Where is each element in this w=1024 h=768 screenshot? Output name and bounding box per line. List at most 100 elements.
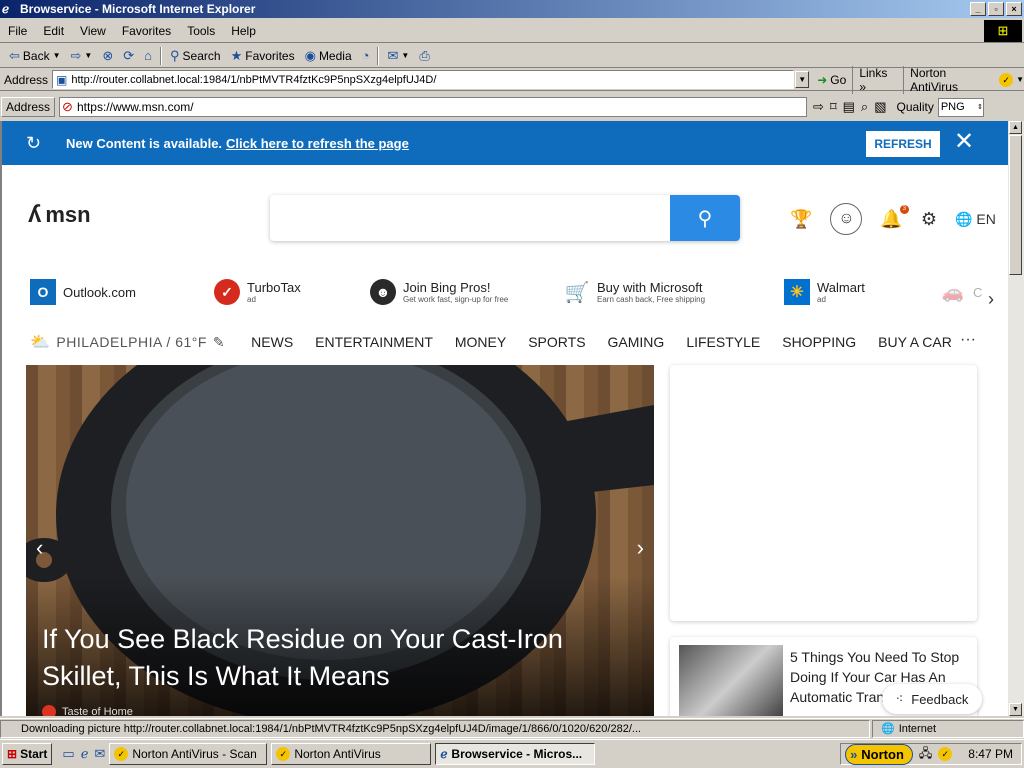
- start-button[interactable]: ⊞ Start: [2, 743, 53, 765]
- ie-address-input[interactable]: ▣ http://router.collabnet.local:1984/1/n…: [52, 70, 795, 89]
- dropdown-icon[interactable]: ▼: [1016, 75, 1024, 84]
- nav-lifestyle[interactable]: LIFESTYLE: [686, 334, 760, 350]
- language-button[interactable]: 🌐 EN: [955, 211, 996, 228]
- go-button[interactable]: ➜ Go: [809, 73, 852, 87]
- bs-nav-icons: ⇨ ⌑ ▤ ⌕ ▧: [813, 99, 886, 115]
- rewards-trophy-icon[interactable]: 🏆: [790, 209, 812, 230]
- quicklink-turbotax[interactable]: ✓ TurboTax ad: [214, 279, 301, 305]
- refresh-button[interactable]: REFRESH: [866, 131, 940, 157]
- find-icon[interactable]: ⌕: [861, 99, 868, 115]
- favorites-button[interactable]: ★ Favorites: [226, 48, 300, 64]
- scroll-up-icon[interactable]: ▲: [1009, 121, 1022, 134]
- clipboard-icon[interactable]: ▧: [874, 99, 886, 115]
- scroll-down-icon[interactable]: ▼: [1009, 703, 1022, 716]
- search-button[interactable]: ⚲ Search: [165, 48, 226, 64]
- bs-address-input[interactable]: ⊘ https://www.msn.com/: [59, 97, 808, 117]
- weather-widget[interactable]: ⛅ PHILADELPHIA / 61°F ✎: [30, 332, 225, 352]
- norton-tray-button[interactable]: » Norton: [845, 743, 913, 765]
- stop-button[interactable]: ⊗: [97, 48, 118, 64]
- menu-file[interactable]: File: [0, 24, 35, 38]
- nav-money[interactable]: MONEY: [455, 334, 506, 350]
- nav-entertainment[interactable]: ENTERTAINMENT: [315, 334, 433, 350]
- vertical-scrollbar[interactable]: ▲ ▼: [1008, 121, 1024, 716]
- bs-address-label: Address: [1, 97, 56, 117]
- search-button[interactable]: ⚲: [670, 195, 740, 241]
- task-browservice[interactable]: ℯ Browservice - Micros...: [435, 743, 596, 765]
- menu-edit[interactable]: Edit: [35, 24, 72, 38]
- refresh-link[interactable]: Click here to refresh the page: [226, 136, 409, 151]
- save-icon[interactable]: ▤: [843, 99, 855, 115]
- links-button[interactable]: Links »: [852, 65, 903, 94]
- search-box[interactable]: ⚲: [270, 195, 740, 241]
- media-button[interactable]: ◉ Media: [300, 48, 357, 64]
- back-arrow-icon: ⇦: [9, 47, 20, 63]
- quicklink-partial[interactable]: 🚗 C: [940, 279, 983, 305]
- nav-news[interactable]: NEWS: [251, 334, 293, 350]
- edit-pencil-icon[interactable]: ✎: [213, 334, 225, 351]
- globe-icon: 🌐: [881, 723, 895, 735]
- task-norton-scan[interactable]: ✓ Norton AntiVirus - Scan: [109, 743, 268, 765]
- mail-button[interactable]: ✉ ▼: [382, 48, 414, 64]
- task-norton[interactable]: ✓ Norton AntiVirus: [271, 743, 432, 765]
- nav-sports[interactable]: SPORTS: [528, 334, 585, 350]
- quicklink-label: C: [973, 284, 983, 300]
- spin-icon[interactable]: ⇕: [977, 103, 983, 111]
- norton-icon[interactable]: ✓: [938, 747, 953, 761]
- bookmark-icon[interactable]: ⌑: [830, 99, 837, 115]
- hero-title[interactable]: If You See Black Residue on Your Cast-Ir…: [42, 621, 622, 695]
- nav-buy-a-car[interactable]: BUY A CAR: [878, 334, 952, 350]
- dropdown-icon[interactable]: ▼: [401, 51, 409, 60]
- forward-button[interactable]: ⇨ ▼: [66, 48, 98, 64]
- home-button[interactable]: ⌂: [139, 48, 157, 63]
- quicklink-outlook[interactable]: O Outlook.com: [30, 279, 136, 305]
- hero-article[interactable]: ‹ › If You See Black Residue on Your Cas…: [26, 365, 654, 716]
- network-icon[interactable]: 🖧: [919, 744, 932, 765]
- notifications-bell-icon[interactable]: 🔔 3: [880, 204, 909, 230]
- quicklink-walmart[interactable]: ✳ Walmart ad: [784, 279, 865, 305]
- separator: [377, 46, 380, 65]
- window-controls: _ ▫ ×: [970, 2, 1022, 16]
- nav-shopping[interactable]: SHOPPING: [782, 334, 856, 350]
- quicklink-bing-pros[interactable]: ☻ Join Bing Pros! Get work fast, sign-up …: [370, 279, 508, 305]
- refresh-button[interactable]: ⟳: [118, 48, 139, 64]
- header-icons: 🏆 ☺ 🔔 3 ⚙ 🌐 EN: [790, 203, 996, 235]
- address-dropdown-button[interactable]: ▼: [795, 71, 810, 88]
- back-button[interactable]: ⇦ Back ▼: [4, 48, 66, 64]
- menu-view[interactable]: View: [72, 24, 114, 38]
- close-icon[interactable]: ✕: [954, 130, 974, 154]
- menu-help[interactable]: Help: [223, 24, 264, 38]
- chevron-right-icon[interactable]: ›: [637, 535, 644, 561]
- gear-icon[interactable]: ⚙: [921, 209, 937, 230]
- insecure-icon: ⊘: [62, 99, 73, 114]
- ie-icon[interactable]: ℯ: [81, 746, 89, 762]
- nav-gaming[interactable]: GAMING: [608, 334, 665, 350]
- menu-favorites[interactable]: Favorites: [114, 24, 179, 38]
- feedback-button[interactable]: ⁖ Feedback: [882, 684, 982, 714]
- search-icon: ⚲: [170, 47, 180, 63]
- norton-toolbar-button[interactable]: Norton AntiVirus ✓ ▼: [903, 65, 1024, 94]
- dropdown-icon[interactable]: ▼: [53, 51, 61, 60]
- minimize-button[interactable]: _: [970, 2, 986, 16]
- outlook-icon: O: [30, 279, 56, 305]
- avatar[interactable]: ☺: [830, 203, 863, 235]
- msn-logo[interactable]: ʎ msn: [28, 201, 91, 229]
- go-label: Go: [830, 72, 847, 87]
- user-icon: ☺: [838, 210, 855, 227]
- quality-select[interactable]: PNG ⇕: [937, 97, 984, 117]
- show-desktop-icon[interactable]: ▭: [62, 746, 74, 762]
- outlook-express-icon[interactable]: ✉: [94, 746, 105, 762]
- bing-pros-person-icon: ☻: [370, 279, 396, 305]
- walmart-spark-icon: ✳: [784, 279, 810, 305]
- scroll-thumb[interactable]: [1009, 135, 1022, 275]
- history-button[interactable]: ◔: [357, 48, 375, 63]
- print-button[interactable]: ⎙: [414, 48, 434, 64]
- menu-tools[interactable]: Tools: [179, 24, 223, 38]
- chevron-right-icon[interactable]: ›: [988, 289, 994, 310]
- dropdown-icon[interactable]: ▼: [84, 51, 92, 60]
- close-button[interactable]: ×: [1006, 2, 1022, 16]
- quicklink-buy-with-microsoft[interactable]: 🛒 Buy with Microsoft Earn cash back, Free…: [564, 279, 706, 305]
- chevron-left-icon[interactable]: ‹: [36, 535, 43, 561]
- maximize-button[interactable]: ▫: [988, 2, 1004, 16]
- go-arrow-icon[interactable]: ⇨: [813, 99, 824, 115]
- more-options-icon[interactable]: ···: [960, 331, 976, 349]
